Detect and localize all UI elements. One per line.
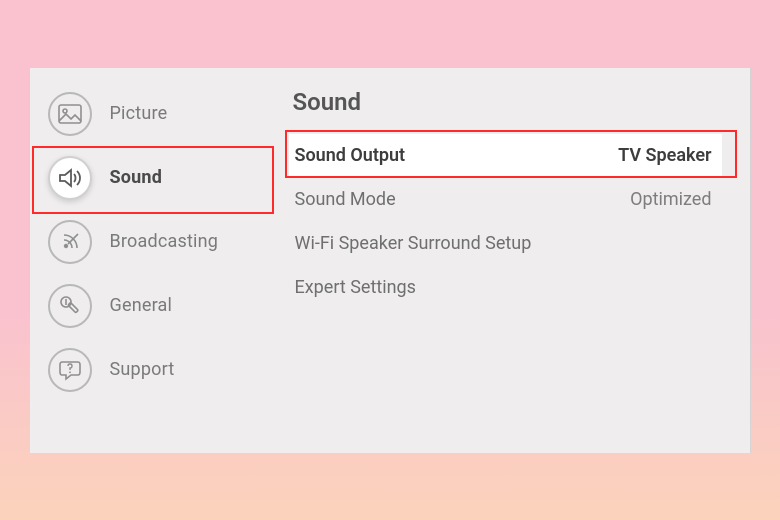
support-icon	[48, 348, 92, 392]
sidebar-item-general[interactable]: General	[30, 274, 275, 338]
general-icon	[48, 284, 92, 328]
row-label: Sound Output	[295, 145, 406, 166]
sidebar-item-sound[interactable]: Sound	[30, 146, 275, 210]
sidebar-item-label: Support	[110, 359, 175, 380]
sidebar-item-label: Sound	[110, 167, 163, 188]
sound-icon	[48, 156, 92, 200]
sidebar-item-label: Broadcasting	[110, 231, 219, 252]
row-label: Wi-Fi Speaker Surround Setup	[295, 233, 532, 254]
broadcasting-icon	[48, 220, 92, 264]
row-sound-mode[interactable]: Sound Mode Optimized	[289, 178, 722, 222]
sidebar-item-label: Picture	[110, 103, 168, 124]
sidebar-item-broadcasting[interactable]: Broadcasting	[30, 210, 275, 274]
row-sound-output[interactable]: Sound Output TV Speaker	[289, 134, 722, 178]
sidebar-item-label: General	[110, 295, 173, 316]
row-expert-settings[interactable]: Expert Settings	[289, 266, 722, 310]
sidebar-item-support[interactable]: Support	[30, 338, 275, 402]
row-label: Expert Settings	[295, 277, 416, 298]
row-value: TV Speaker	[618, 145, 711, 166]
content-pane: Sound Sound Output TV Speaker Sound Mode…	[275, 68, 750, 453]
background: Picture Sound	[0, 0, 780, 520]
row-label: Sound Mode	[295, 189, 396, 210]
settings-panel: Picture Sound	[30, 68, 751, 453]
sidebar: Picture Sound	[30, 68, 275, 453]
picture-icon	[48, 92, 92, 136]
content-title: Sound	[293, 88, 722, 116]
sidebar-item-picture[interactable]: Picture	[30, 82, 275, 146]
row-value: Optimized	[630, 189, 711, 210]
row-wifi-speaker-surround-setup[interactable]: Wi-Fi Speaker Surround Setup	[289, 222, 722, 266]
settings-rows: Sound Output TV Speaker Sound Mode Optim…	[289, 134, 722, 310]
